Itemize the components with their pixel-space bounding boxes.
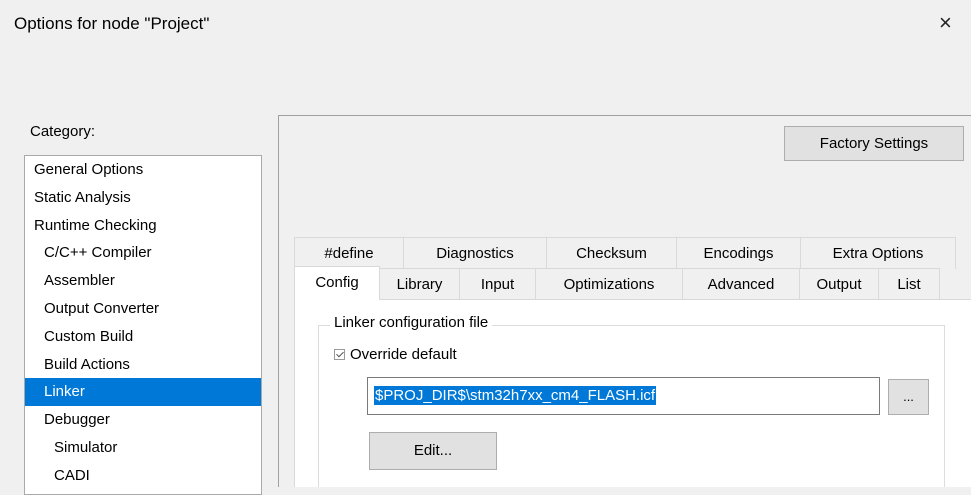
- category-item-build-actions[interactable]: Build Actions: [25, 351, 261, 379]
- panel-border-top: [278, 115, 971, 116]
- category-item-general-options[interactable]: General Options: [25, 156, 261, 184]
- tab-config[interactable]: Config: [294, 266, 380, 300]
- tab-advanced[interactable]: Advanced: [682, 268, 800, 299]
- tab-optimizations[interactable]: Optimizations: [535, 268, 683, 299]
- tab-diagnostics[interactable]: Diagnostics: [403, 237, 547, 269]
- panel-border-left: [278, 115, 279, 487]
- category-item-output-converter[interactable]: Output Converter: [25, 295, 261, 323]
- tab-list[interactable]: List: [878, 268, 940, 299]
- linker-config-group-title: Linker configuration file: [330, 314, 493, 331]
- category-item-custom-build[interactable]: Custom Build: [25, 323, 261, 351]
- category-item-static-analysis[interactable]: Static Analysis: [25, 184, 261, 212]
- dialog-title: Options for node "Project": [14, 14, 210, 33]
- tab-define[interactable]: #define: [294, 237, 404, 269]
- tab-input[interactable]: Input: [459, 268, 536, 299]
- browse-button[interactable]: ...: [888, 379, 929, 415]
- category-label: Category:: [30, 123, 96, 140]
- tab-encodings[interactable]: Encodings: [676, 237, 801, 269]
- override-default-checkbox[interactable]: Override default: [334, 346, 457, 363]
- tab-output[interactable]: Output: [799, 268, 879, 299]
- override-default-label: Override default: [350, 346, 457, 363]
- selected-path-text: $PROJ_DIR$\stm32h7xx_cm4_FLASH.icf: [374, 386, 657, 405]
- category-list[interactable]: General Options Static Analysis Runtime …: [24, 155, 262, 495]
- category-item-cadi[interactable]: CADI: [25, 462, 261, 490]
- checkbox-checked-icon[interactable]: [334, 349, 345, 360]
- linker-config-path-input[interactable]: $PROJ_DIR$\stm32h7xx_cm4_FLASH.icf: [367, 377, 880, 415]
- category-item-simulator[interactable]: Simulator: [25, 434, 261, 462]
- category-item-runtime-checking[interactable]: Runtime Checking: [25, 212, 261, 240]
- category-item-c-cpp-compiler[interactable]: C/C++ Compiler: [25, 239, 261, 267]
- tab-library[interactable]: Library: [379, 268, 460, 299]
- category-item-assembler[interactable]: Assembler: [25, 267, 261, 295]
- edit-button[interactable]: Edit...: [369, 432, 497, 470]
- factory-settings-button[interactable]: Factory Settings: [784, 126, 964, 161]
- category-item-linker[interactable]: Linker: [25, 378, 261, 407]
- category-item-debugger[interactable]: Debugger: [25, 406, 261, 434]
- tab-checksum[interactable]: Checksum: [546, 237, 677, 269]
- tab-extra-options[interactable]: Extra Options: [800, 237, 956, 269]
- close-icon[interactable]: ×: [939, 12, 952, 34]
